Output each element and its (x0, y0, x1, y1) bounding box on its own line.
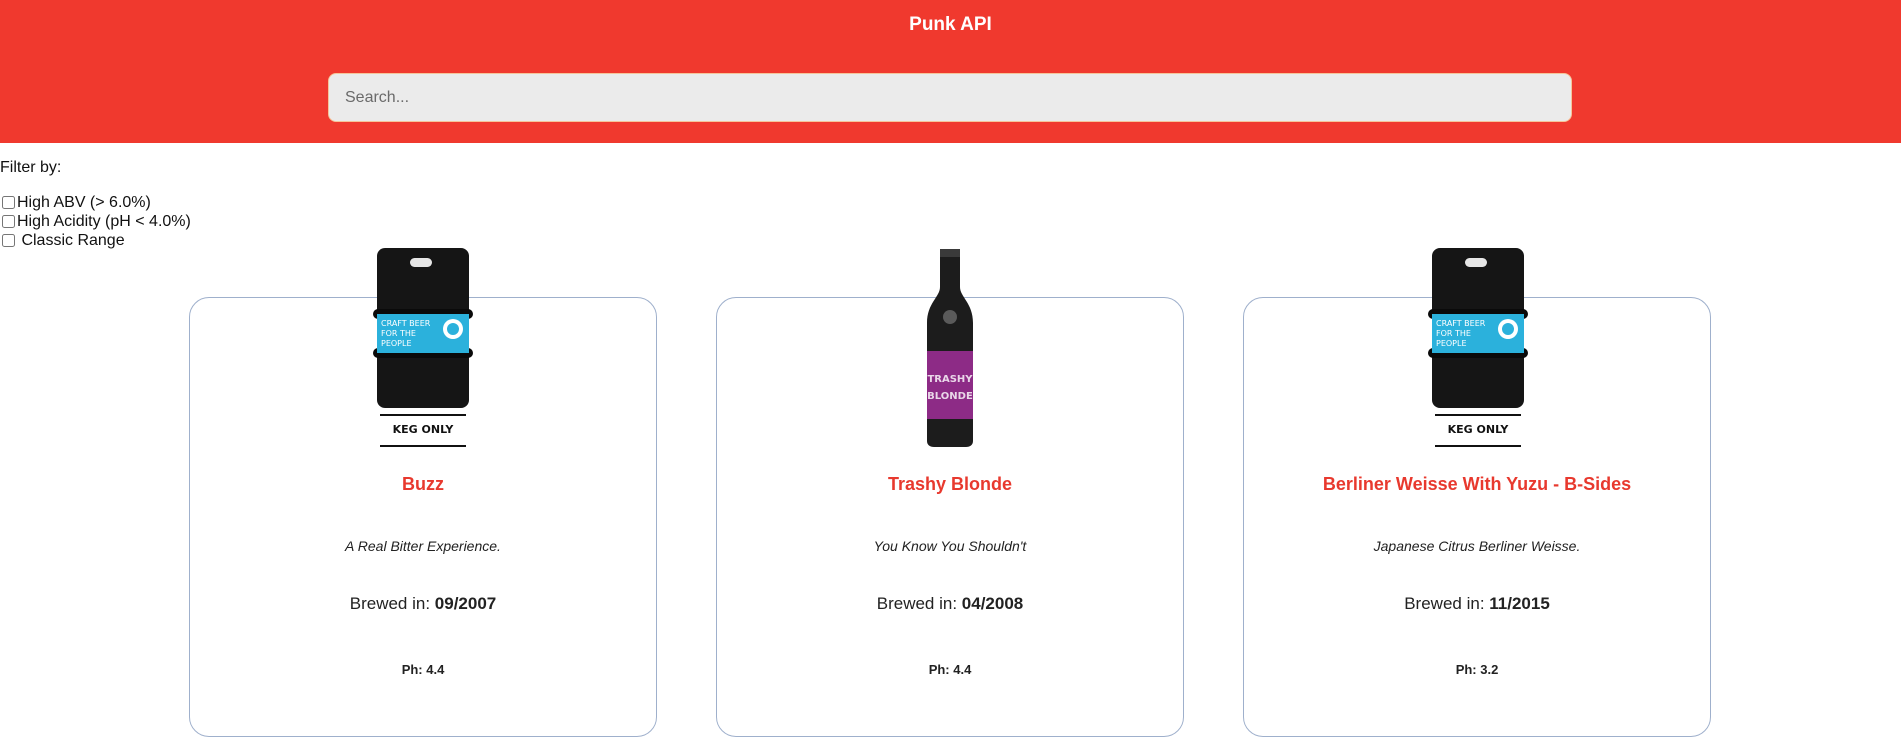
svg-text:KEG ONLY: KEG ONLY (393, 423, 455, 436)
brewed-value: 09/2007 (434, 594, 497, 613)
header: Punk API (0, 0, 1901, 143)
brewed-value: 04/2008 (961, 594, 1024, 613)
classic-range-checkbox[interactable] (2, 234, 15, 247)
svg-text:BLONDE: BLONDE (927, 391, 973, 402)
filter-classic-range[interactable]: Classic Range (0, 231, 125, 250)
filter-high-acidity[interactable]: High Acidity (pH < 4.0%) (0, 212, 191, 231)
brewed-label: Brewed in: (349, 594, 435, 613)
ph-value: Ph: 4.4 (928, 662, 972, 677)
svg-text:PEOPLE: PEOPLE (381, 339, 412, 348)
filter-option-label: High ABV (> 6.0%) (17, 193, 151, 211)
app-title: Punk API (909, 14, 992, 35)
filter-high-abv[interactable]: High ABV (> 6.0%) (0, 193, 151, 212)
beer-name[interactable]: Buzz (189, 474, 657, 495)
brewed-date: Brewed in: 04/2008 (716, 594, 1184, 614)
filter-label: Filter by: (0, 159, 62, 176)
svg-text:PEOPLE: PEOPLE (1436, 339, 1467, 348)
svg-text:KEG ONLY: KEG ONLY (1448, 423, 1510, 436)
keg-image: CRAFT BEER FOR THE PEOPLE KEG ONLY (373, 248, 473, 447)
high-abv-checkbox[interactable] (2, 196, 15, 209)
svg-text:FOR THE: FOR THE (381, 329, 416, 338)
beer-tagline: Japanese Citrus Berliner Weisse. (1373, 538, 1581, 554)
beer-tagline: A Real Bitter Experience. (345, 538, 501, 554)
brewed-label: Brewed in: (876, 594, 962, 613)
ph-value: Ph: 3.2 (1455, 662, 1499, 677)
bottle-image: TRASHY BLONDE (927, 249, 973, 447)
search-input[interactable] (328, 73, 1572, 122)
filter-option-label: Classic Range (17, 231, 125, 249)
brewed-date: Brewed in: 09/2007 (189, 594, 657, 614)
svg-text:FOR THE: FOR THE (1436, 329, 1471, 338)
ph-value: Ph: 4.4 (401, 662, 445, 677)
brewed-label: Brewed in: (1404, 594, 1490, 613)
high-acidity-checkbox[interactable] (2, 215, 15, 228)
beer-name[interactable]: Trashy Blonde (716, 474, 1184, 495)
keg-image: CRAFT BEER FOR THE PEOPLE KEG ONLY (1428, 248, 1528, 447)
brewed-value: 11/2015 (1489, 594, 1550, 613)
beer-tagline: You Know You Shouldn't (873, 538, 1027, 554)
beer-name[interactable]: Berliner Weisse With Yuzu - B-Sides (1243, 474, 1711, 495)
brewed-date: Brewed in: 11/2015 (1243, 594, 1711, 614)
filter-option-label: High Acidity (pH < 4.0%) (17, 212, 191, 230)
svg-text:TRASHY: TRASHY (927, 374, 973, 385)
svg-text:CRAFT BEER: CRAFT BEER (1436, 319, 1486, 328)
svg-text:CRAFT BEER: CRAFT BEER (381, 319, 431, 328)
